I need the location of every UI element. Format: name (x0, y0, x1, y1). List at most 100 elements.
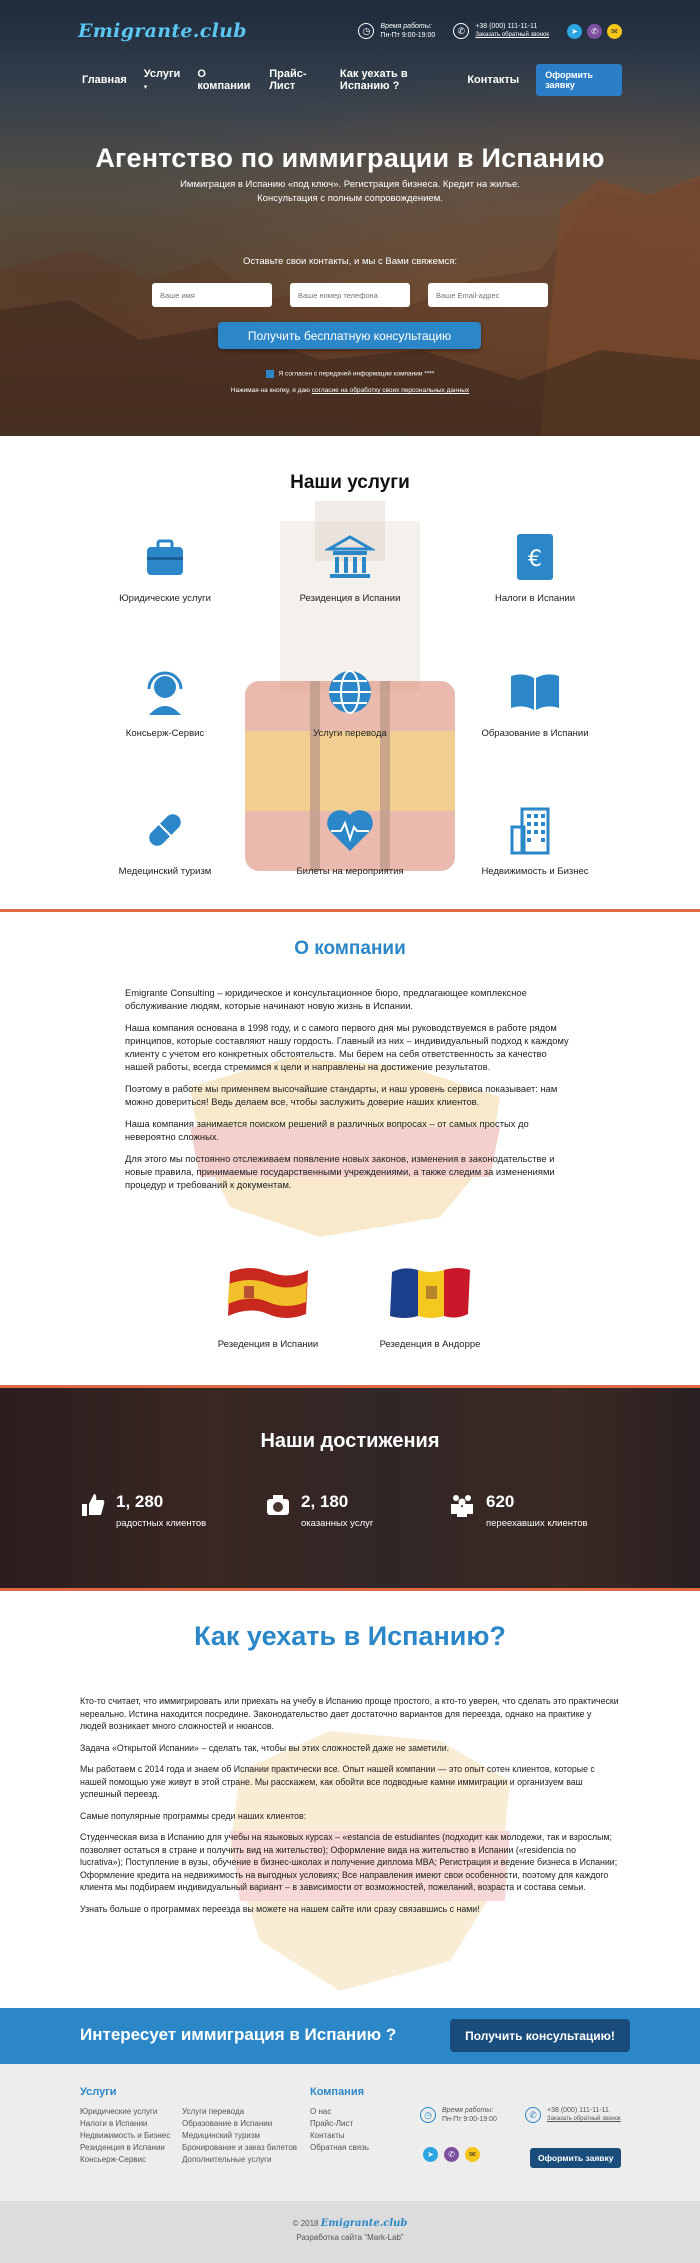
footer-link[interactable]: Резиденция в Испании (80, 2142, 170, 2154)
stat-number: 1, 280 (116, 1492, 164, 1511)
howto-paragraph: Узнать больше о программах переезда вы м… (80, 1903, 480, 1914)
footer-link[interactable]: Образование в Испании (182, 2118, 297, 2130)
footer-link[interactable]: Налоги в Испании (80, 2118, 170, 2130)
service-label: Медецинский туризм (118, 866, 212, 877)
footer-order-button[interactable]: Оформить заявку (530, 2148, 622, 2168)
howto-section: Как уехать в Испанию? Кто-то считает, чт… (0, 1588, 700, 2008)
nav-price[interactable]: Прайс-Лист (269, 68, 323, 92)
about-paragraph: Наша компания основана в 1998 году, и с … (125, 1022, 569, 1072)
copyright-logo[interactable]: Emigrante.club (321, 2218, 408, 2229)
about-text: Emigrante Consulting – юридическое и кон… (125, 986, 575, 1200)
stat-label: радостных клиентов (116, 1518, 207, 1529)
footer-hours-value: Пн-Пт 9:00-19:00 (442, 2116, 497, 2123)
people-icon (451, 1495, 473, 1517)
about-section: О компании Emigrante Consulting – юридич… (0, 912, 700, 1388)
hours-label: Время работы: (380, 23, 432, 30)
footer-link[interactable]: Дополнительные услуги (182, 2154, 297, 2166)
footer: Услуги Юридические услуги Налоги в Испан… (0, 2064, 700, 2201)
howto-text: Кто-то считает, что иммигрировать или пр… (80, 1695, 620, 1924)
about-paragraph: Emigrante Consulting – юридическое и кон… (125, 987, 527, 1011)
email-icon[interactable]: ✉ (465, 2147, 480, 2162)
service-tickets[interactable]: Билеты на мероприятия (275, 804, 425, 877)
howto-paragraph: Задача «Открытой Испании» – сделать так,… (80, 1742, 450, 1753)
service-residence[interactable]: Резиденция в Испании (275, 531, 425, 604)
developer-credit[interactable]: Разработка сайта "Mark-Lab" (0, 2231, 700, 2245)
service-label: Резиденция в Испании (299, 593, 401, 604)
main-nav: Главная Услуги ▾ О компании Прайс-Лист К… (82, 64, 622, 96)
copyright-line: © 2018 Emigrante.club (0, 2217, 700, 2231)
footer-link[interactable]: О нас (310, 2106, 369, 2118)
copyright-year: © 2018 (292, 2219, 319, 2228)
service-taxes[interactable]: € Налоги в Испании (460, 531, 610, 604)
viber-icon[interactable]: ✆ (444, 2147, 459, 2162)
viber-icon[interactable]: ✆ (587, 23, 602, 39)
service-label: Консьерж-Сервис (125, 728, 205, 739)
agree-checkbox-row: Я согласен с передачей информации компан… (0, 370, 700, 378)
flag-label: Резеденция в Андорре (379, 1339, 481, 1350)
service-label: Услуги перевода (313, 728, 387, 739)
footer-phone: ✆ +38 (000) 111-11-11 Заказать обратный з… (525, 2106, 621, 2124)
footer-company-title: Компания (310, 2086, 365, 2098)
name-input[interactable] (152, 283, 272, 307)
phone-icon: ✆ (453, 23, 470, 39)
footer-services-title: Услуги (80, 2086, 117, 2098)
service-education[interactable]: Образование в Испании (460, 666, 610, 739)
footer-link[interactable]: Медицинский туризм (182, 2130, 297, 2142)
footer-link[interactable]: Обратная связь (310, 2142, 369, 2154)
howto-paragraph: Студенческая виза в Испанию для учебы на… (80, 1832, 618, 1892)
nav-services[interactable]: Услуги ▾ (144, 68, 181, 92)
privacy-note: Нажимая на кнопку, я даю согласие на обр… (0, 387, 700, 394)
about-title: О компании (294, 938, 406, 959)
book-icon (509, 666, 561, 718)
flag-label: Резеденция в Испании (217, 1339, 319, 1350)
service-realty[interactable]: Недвижимость и Бизнес (460, 804, 610, 877)
footer-company-col: О нас Прайс-Лист Контакты Обратная связь (310, 2106, 369, 2154)
telegram-icon[interactable]: ➤ (567, 23, 582, 39)
stat-number: 620 (486, 1492, 515, 1511)
footer-link[interactable]: Юридические услуги (80, 2106, 170, 2118)
footer-link[interactable]: Услуги перевода (182, 2106, 297, 2118)
service-medical[interactable]: Медецинский туризм (90, 804, 240, 877)
consultation-button[interactable]: Получить бесплатную консультацию (218, 322, 481, 349)
nav-howto[interactable]: Как уехать в Испанию ? (340, 68, 450, 92)
agree-checkbox[interactable] (265, 370, 274, 378)
leave-contacts-text: Оставьте свои контакты, и мы с Вами свяж… (242, 256, 458, 267)
cta-banner: Интересует иммиграция в Испанию ? Получи… (0, 2008, 700, 2064)
phone-number[interactable]: +38 (000) 111-11-11 (475, 22, 549, 31)
email-icon[interactable]: ✉ (607, 23, 622, 39)
footer-hours-label: Время работы: (442, 2107, 494, 2114)
banner-consult-button[interactable]: Получить консультацию! (450, 2019, 630, 2052)
email-input[interactable] (428, 283, 548, 307)
contact-form (152, 283, 548, 307)
order-button[interactable]: Оформить заявку (536, 64, 622, 96)
footer-callback-link[interactable]: Заказать обратный звонок (547, 2115, 621, 2124)
footer-link[interactable]: Недвижимость и Бизнес (80, 2130, 170, 2142)
andorra-flag-icon (390, 1268, 470, 1318)
nav-home[interactable]: Главная (82, 74, 127, 86)
howto-title: Как уехать в Испанию? (194, 1621, 506, 1651)
privacy-link[interactable]: согласие на обработку своих персональных… (312, 387, 469, 394)
privacy-prefix: Нажимая на кнопку, я даю (230, 387, 310, 394)
flag-spain-card[interactable]: Резеденция в Испании (203, 1264, 333, 1350)
footer-link[interactable]: Бронирование и заказ билетов (182, 2142, 297, 2154)
site-logo[interactable]: Emigrante.club (78, 20, 247, 42)
about-paragraph: Наша компания занимается поиском решений… (125, 1118, 529, 1142)
callback-link[interactable]: Заказать обратный звонок (475, 31, 549, 40)
footer-hours: ◷ Время работы: Пн-Пт 9:00-19:00 (420, 2106, 497, 2124)
service-legal[interactable]: Юридические услуги (90, 531, 240, 604)
flag-andorra-card[interactable]: Резеденция в Андорре (365, 1264, 495, 1350)
copyright-bar: © 2018 Emigrante.club Разработка сайта "… (0, 2201, 700, 2263)
footer-link[interactable]: Прайс-Лист (310, 2118, 369, 2130)
footer-link[interactable]: Контакты (310, 2130, 369, 2142)
service-label: Билеты на мероприятия (296, 866, 404, 877)
telegram-icon[interactable]: ➤ (423, 2147, 438, 2162)
phone-input[interactable] (290, 283, 410, 307)
nav-about[interactable]: О компании (197, 68, 252, 92)
footer-link[interactable]: Консьерж-Сервис (80, 2154, 170, 2166)
nav-contacts[interactable]: Контакты (467, 74, 519, 86)
service-translation[interactable]: Услуги перевода (275, 666, 425, 739)
heartbeat-icon (324, 804, 376, 856)
service-concierge[interactable]: Консьерж-Сервис (90, 666, 240, 739)
footer-phone-number[interactable]: +38 (000) 111-11-11 (547, 2106, 621, 2115)
hero-section: Emigrante.club ◷ Время работы: Пн-Пт 9:0… (0, 0, 700, 436)
